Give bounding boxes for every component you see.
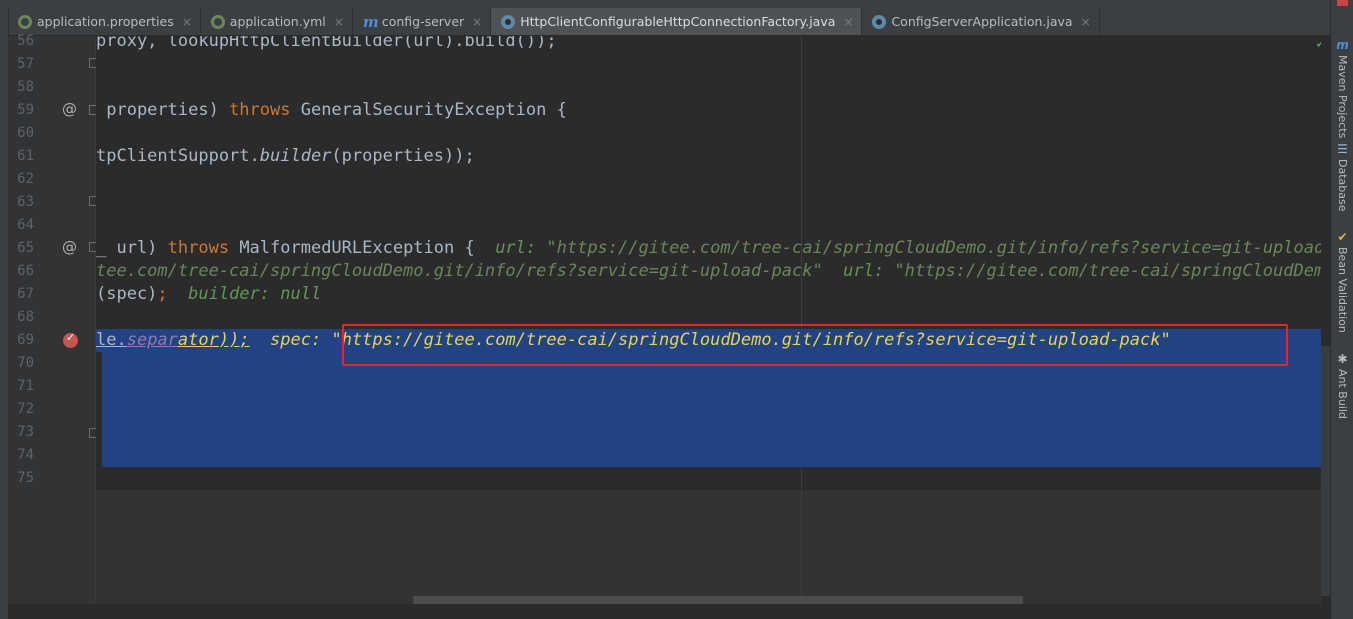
database-tool-button[interactable]: ☰ Database bbox=[1331, 142, 1353, 212]
tab-label: ConfigServerApplication.java bbox=[891, 14, 1073, 29]
tab-label: application.yml bbox=[229, 14, 326, 29]
line-number: 69 bbox=[17, 332, 34, 348]
close-icon[interactable]: × bbox=[472, 15, 482, 29]
line-number: 75 bbox=[17, 470, 34, 486]
override-marker-icon[interactable]: @ bbox=[62, 238, 77, 256]
line-number: 62 bbox=[17, 171, 34, 187]
code-editor[interactable]: proxy, lookupHttpClientBuilder(url).buil… bbox=[96, 36, 1330, 604]
editor-empty-area bbox=[96, 490, 1330, 604]
window-top-strip bbox=[0, 0, 1353, 8]
code-line-66: tee.com/tree-cai/springCloudDemo.git/inf… bbox=[96, 261, 1330, 281]
code-line-67: (spec); builder: null bbox=[96, 284, 322, 304]
close-icon[interactable]: × bbox=[182, 15, 192, 29]
line-number: 66 bbox=[17, 263, 34, 279]
inline-debug-hint: spec: bbox=[249, 330, 332, 350]
tab-label: config-server bbox=[381, 14, 465, 29]
ant-build-tool-button[interactable]: ✱ Ant Build bbox=[1331, 352, 1353, 419]
spring-icon bbox=[18, 14, 32, 29]
tab-label: HttpClientConfigurableHttpConnectionFact… bbox=[520, 14, 836, 29]
line-number: 70 bbox=[17, 355, 34, 371]
database-icon: ☰ bbox=[1337, 142, 1348, 156]
line-number: 67 bbox=[17, 286, 34, 302]
line-number: 68 bbox=[17, 309, 34, 325]
maven-icon: m bbox=[1336, 38, 1349, 52]
close-icon[interactable]: × bbox=[843, 15, 853, 29]
class-icon bbox=[872, 14, 887, 29]
bean-validation-tool-button[interactable]: ✔ Bean Validation bbox=[1331, 230, 1353, 333]
highlight-annotation-box bbox=[342, 324, 1288, 366]
line-number: 61 bbox=[17, 148, 34, 164]
tab-config-server[interactable]: m config-server × bbox=[353, 8, 492, 35]
right-tool-window-bar: m Maven Projects ☰ Database ✔ Bean Valid… bbox=[1330, 0, 1353, 619]
editor-tab-bar: application.properties × application.yml… bbox=[8, 8, 1330, 36]
breakpoint-icon[interactable] bbox=[63, 331, 78, 348]
line-number: 59 bbox=[17, 102, 34, 118]
tab-application-properties[interactable]: application.properties × bbox=[8, 8, 201, 35]
code-line-61: tpClientSupport.builder(properties)); bbox=[96, 146, 475, 166]
maven-projects-tool-button[interactable]: m Maven Projects bbox=[1331, 38, 1353, 138]
line-number: 72 bbox=[17, 401, 34, 417]
ant-build-icon: ✱ bbox=[1337, 352, 1348, 366]
override-marker-icon[interactable]: @ bbox=[62, 100, 77, 118]
line-number: 71 bbox=[17, 378, 34, 394]
horizontal-scrollbar[interactable] bbox=[96, 596, 1330, 619]
tab-label: application.properties bbox=[37, 14, 174, 29]
line-number: 58 bbox=[17, 79, 34, 95]
class-icon bbox=[501, 14, 516, 29]
close-icon[interactable]: × bbox=[1081, 15, 1091, 29]
line-number: 57 bbox=[17, 56, 34, 72]
horizontal-scrollbar-thumb[interactable] bbox=[413, 596, 1023, 604]
close-icon[interactable]: × bbox=[334, 15, 344, 29]
code-line-56: proxy, lookupHttpClientBuilder(url).buil… bbox=[96, 36, 557, 51]
line-number: 65 bbox=[17, 240, 34, 256]
line-number: 60 bbox=[17, 125, 34, 141]
right-margin-guide bbox=[801, 36, 802, 604]
tab-httpclient-factory[interactable]: HttpClientConfigurableHttpConnectionFact… bbox=[491, 8, 863, 35]
line-number: 74 bbox=[17, 447, 34, 463]
spring-icon bbox=[210, 14, 225, 29]
vertical-scrollbar-thumb[interactable] bbox=[1321, 346, 1330, 596]
bean-validation-icon: ✔ bbox=[1337, 230, 1348, 244]
inline-debug-hint: builder: null bbox=[167, 284, 322, 304]
code-line-59: properties) throws GeneralSecurityExcept… bbox=[96, 100, 567, 120]
line-number: 64 bbox=[17, 217, 34, 233]
editor-gutter[interactable]: 56 57 58 59 60 61 62 63 64 65 66 67 68 6… bbox=[8, 33, 98, 604]
line-number: 56 bbox=[17, 33, 34, 49]
maven-icon: m bbox=[362, 12, 379, 31]
tab-application-yml[interactable]: application.yml × bbox=[201, 8, 353, 35]
code-line-65: _ url) throws MalformedURLException { ur… bbox=[96, 237, 1330, 260]
line-number: 63 bbox=[17, 194, 34, 210]
selection-highlight bbox=[102, 352, 1330, 467]
window-close-fragment[interactable] bbox=[1337, 0, 1348, 6]
inline-debug-hint: url: bbox=[495, 238, 547, 258]
inline-debug-value: "https://gitee.com/tree-cai/springCloudD… bbox=[546, 238, 1330, 258]
line-number: 73 bbox=[17, 424, 34, 440]
tab-config-server-application[interactable]: ConfigServerApplication.java × bbox=[862, 8, 1100, 35]
